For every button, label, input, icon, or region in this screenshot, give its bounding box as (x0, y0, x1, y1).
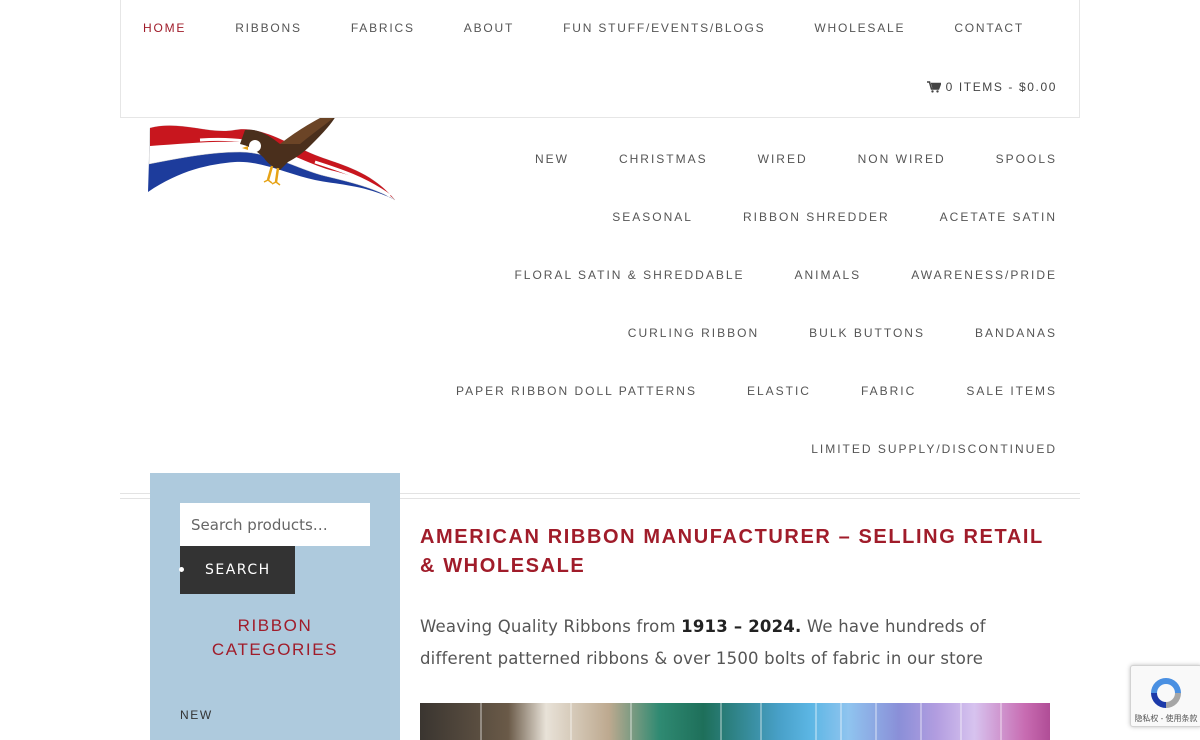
nav-item-fabrics[interactable]: FABRICS (351, 21, 415, 35)
ribbon-categories-heading: RIBBON CATEGORIES (150, 614, 400, 662)
category-ribbon-shredder[interactable]: RIBBON SHREDDER (743, 198, 890, 224)
category-new[interactable]: NEW (535, 140, 569, 166)
category-acetate-satin[interactable]: ACETATE SATIN (940, 198, 1057, 224)
category-row: SEASONAL RIBBON SHREDDER ACETATE SATIN (437, 198, 1057, 256)
heading-line-2: CATEGORIES (211, 640, 339, 659)
category-fabric[interactable]: FABRIC (861, 372, 916, 398)
heading-line-1: RIBBON (237, 616, 313, 635)
recaptcha-terms[interactable]: 隐私权 - 使用条款 (1133, 713, 1199, 724)
main-menu: HOME RIBBONS FABRICS ABOUT FUN STUFF/EVENTS/… (143, 21, 1073, 35)
cart-label: 0 ITEMS - $0.00 (945, 80, 1057, 94)
category-non-wired[interactable]: NON WIRED (858, 140, 946, 166)
search-button[interactable]: SEARCH (179, 546, 295, 594)
category-row: PAPER RIBBON DOLL PATTERNS ELASTIC FABRIC S… (437, 372, 1057, 430)
category-row: NEW CHRISTMAS WIRED NON WIRED SPOOLS (437, 140, 1057, 198)
bullet-icon (179, 567, 184, 572)
search-button-label: SEARCH (205, 562, 271, 578)
category-curling-ribbon[interactable]: CURLING RIBBON (628, 314, 759, 340)
nav-item-wholesale[interactable]: WHOLESALE (814, 21, 905, 35)
nav-item-home[interactable]: HOME (143, 21, 186, 35)
intro-years: 1913 – 2024. (681, 617, 802, 636)
ribbon-store-photo (420, 703, 1050, 740)
category-animals[interactable]: ANIMALS (795, 256, 862, 282)
category-awareness-pride[interactable]: AWARENESS/PRIDE (911, 256, 1057, 282)
category-row: LIMITED SUPPLY/DISCONTINUED (437, 430, 1057, 488)
category-floral-satin-shreddable[interactable]: FLORAL SATIN & SHREDDABLE (514, 256, 744, 282)
nav-item-fun-stuff-events-blogs[interactable]: FUN STUFF/EVENTS/BLOGS (563, 21, 765, 35)
search-products-input[interactable] (180, 503, 370, 546)
category-elastic[interactable]: ELASTIC (747, 372, 811, 398)
category-paper-ribbon-doll-patterns[interactable]: PAPER RIBBON DOLL PATTERNS (456, 372, 697, 398)
cart-icon (926, 81, 941, 93)
nav-item-contact[interactable]: CONTACT (954, 21, 1024, 35)
cart-summary[interactable]: 0 ITEMS - $0.00 (926, 80, 1057, 94)
category-bandanas[interactable]: BANDANAS (975, 314, 1057, 340)
sidebar-category-new[interactable]: NEW (180, 708, 213, 722)
category-seasonal[interactable]: SEASONAL (612, 198, 693, 224)
category-bulk-buttons[interactable]: BULK BUTTONS (809, 314, 925, 340)
category-row: FLORAL SATIN & SHREDDABLE ANIMALS AWARENES… (437, 256, 1057, 314)
intro-paragraph: Weaving Quality Ribbons from 1913 – 2024… (420, 611, 1060, 675)
page-title: AMERICAN RIBBON MANUFACTURER – SELLING R… (420, 526, 1044, 577)
category-navigation: NEW CHRISTMAS WIRED NON WIRED SPOOLS SEASONAL… (437, 140, 1057, 488)
category-sale-items[interactable]: SALE ITEMS (966, 372, 1057, 398)
category-row: CURLING RIBBON BULK BUTTONS BANDANAS (437, 314, 1057, 372)
nav-item-ribbons[interactable]: RIBBONS (235, 21, 302, 35)
top-navigation-bar: HOME RIBBONS FABRICS ABOUT FUN STUFF/EVENTS/… (120, 0, 1080, 118)
category-spools[interactable]: SPOOLS (996, 140, 1057, 166)
category-christmas[interactable]: CHRISTMAS (619, 140, 708, 166)
nav-item-about[interactable]: ABOUT (464, 21, 514, 35)
recaptcha-icon (1151, 678, 1181, 708)
category-wired[interactable]: WIRED (758, 140, 808, 166)
recaptcha-badge[interactable]: 隐私权 - 使用条款 (1130, 665, 1200, 727)
category-limited-supply-discontinued[interactable]: LIMITED SUPPLY/DISCONTINUED (811, 430, 1057, 456)
sidebar: SEARCH RIBBON CATEGORIES NEW (150, 473, 400, 740)
intro-text-start: Weaving Quality Ribbons from (420, 617, 682, 636)
